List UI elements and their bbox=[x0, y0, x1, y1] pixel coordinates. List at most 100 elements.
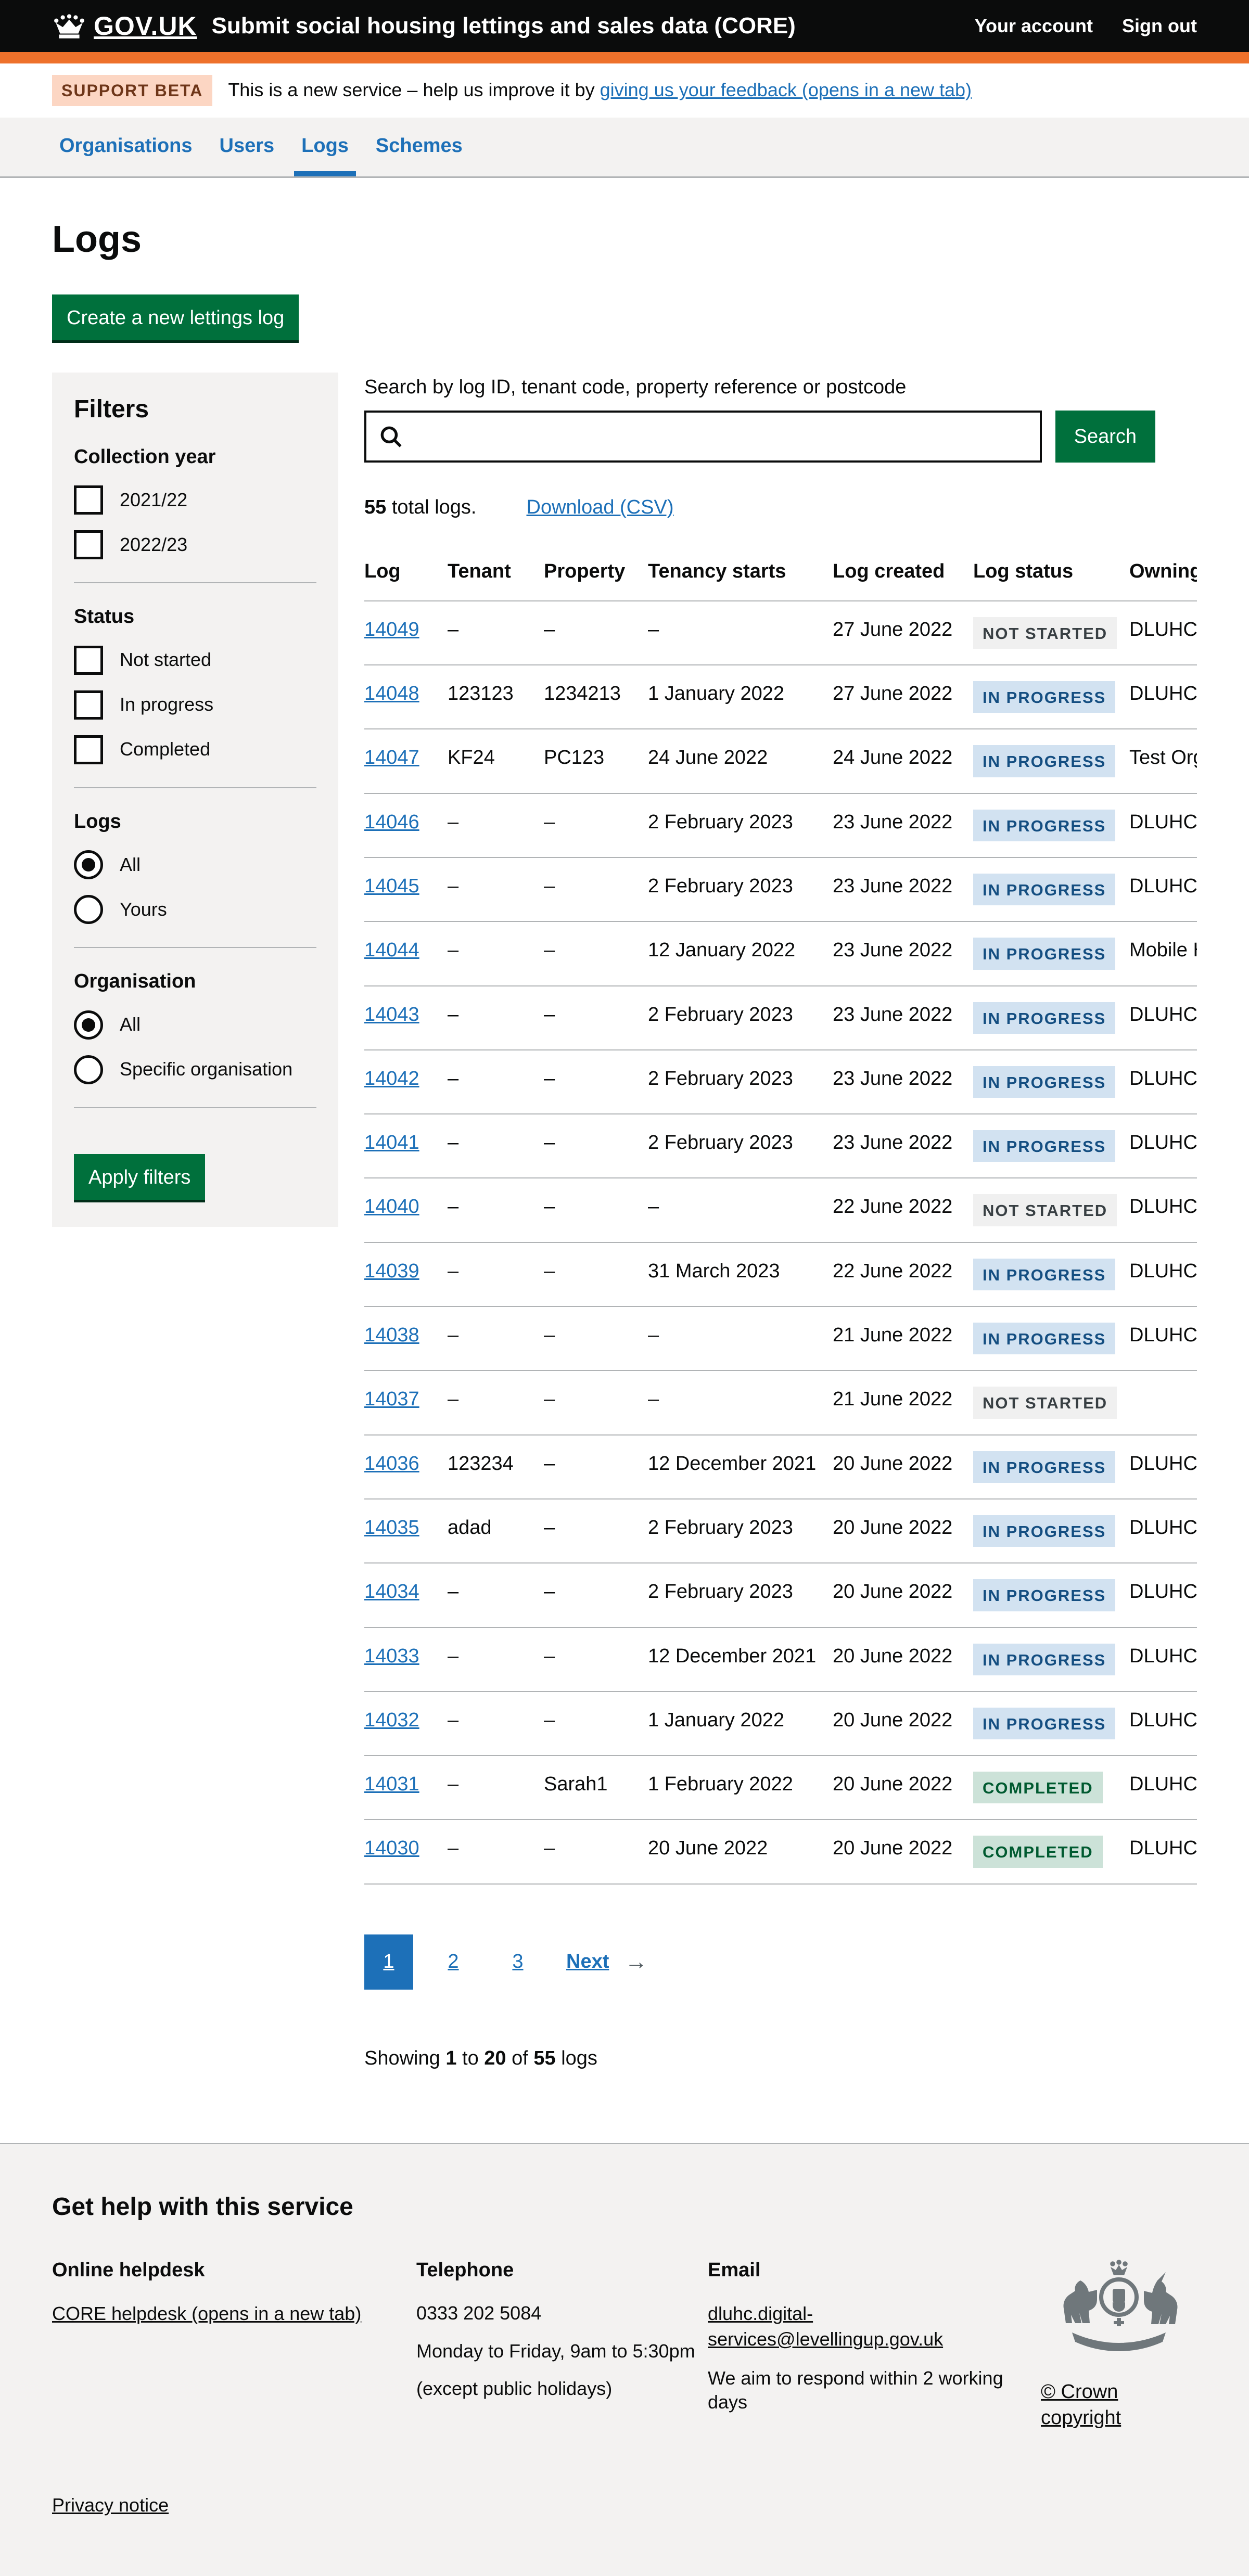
cell-log-created: 20 June 2022 bbox=[833, 1755, 973, 1819]
cell-log-created: 23 June 2022 bbox=[833, 986, 973, 1050]
filters-title: Filters bbox=[74, 393, 316, 426]
log-link[interactable]: 14042 bbox=[364, 1068, 419, 1090]
log-link[interactable]: 14037 bbox=[364, 1388, 419, 1410]
footer-link-email[interactable]: dluhc.digital-services@levellingup.gov.u… bbox=[708, 2303, 943, 2350]
cell-log-status: IN PROGRESS bbox=[973, 1563, 1129, 1627]
log-link[interactable]: 14041 bbox=[364, 1132, 419, 1154]
column-header-log-created: Log created bbox=[833, 543, 973, 600]
log-link[interactable]: 14048 bbox=[364, 683, 419, 704]
log-link[interactable]: 14044 bbox=[364, 939, 419, 961]
govuk-logotype: GOV.UK bbox=[94, 9, 197, 43]
log-link[interactable]: 14045 bbox=[364, 875, 419, 897]
radio-specific-organisation[interactable]: Specific organisation bbox=[74, 1055, 316, 1084]
beta-tag: SUPPORT BETA bbox=[52, 75, 212, 106]
privacy-notice-link[interactable]: Privacy notice bbox=[52, 2493, 169, 2518]
radio-control[interactable] bbox=[74, 1055, 103, 1084]
cell-tenant: – bbox=[448, 921, 544, 985]
nav-item-schemes[interactable]: Schemes bbox=[368, 118, 470, 176]
cell-tenancy-starts: 20 June 2022 bbox=[648, 1819, 833, 1883]
nav-item-organisations[interactable]: Organisations bbox=[52, 118, 200, 176]
column-header-log: Log bbox=[364, 543, 448, 600]
total-logs-text: 55 total logs. bbox=[364, 495, 477, 520]
cell-tenant: – bbox=[448, 1178, 544, 1242]
create-lettings-log-button[interactable]: Create a new lettings log bbox=[52, 294, 299, 340]
cell-log-created: 21 June 2022 bbox=[833, 1370, 973, 1434]
govuk-logo-link[interactable]: GOV.UK bbox=[52, 9, 197, 43]
showing-of: of bbox=[506, 2047, 534, 2069]
cell-log-status: NOT STARTED bbox=[973, 1370, 1129, 1434]
log-link[interactable]: 14033 bbox=[364, 1645, 419, 1667]
nav-item-users[interactable]: Users bbox=[212, 118, 282, 176]
search-input[interactable] bbox=[364, 411, 1042, 463]
footer-heading: Get help with this service bbox=[52, 2191, 1197, 2223]
page-1[interactable]: 1 bbox=[364, 1934, 413, 1990]
checkbox-2021-22[interactable]: 2021/22 bbox=[74, 485, 316, 515]
cell-log-status: IN PROGRESS bbox=[973, 1627, 1129, 1691]
showing-prefix: Showing bbox=[364, 2047, 445, 2069]
checkbox-control[interactable] bbox=[74, 530, 103, 559]
cell-log-status: IN PROGRESS bbox=[973, 921, 1129, 985]
log-link[interactable]: 14043 bbox=[364, 1004, 419, 1026]
radio-control[interactable] bbox=[74, 1010, 103, 1040]
cell-log-created: 20 June 2022 bbox=[833, 1435, 973, 1499]
cell-owning-organisation: DLUHC Te bbox=[1129, 1563, 1197, 1627]
cell-log-status: NOT STARTED bbox=[973, 601, 1129, 665]
header-link-sign-out[interactable]: Sign out bbox=[1122, 14, 1197, 39]
checkbox-control[interactable] bbox=[74, 646, 103, 675]
download-csv-link[interactable]: Download (CSV) bbox=[527, 495, 674, 520]
cell-log: 14048 bbox=[364, 665, 448, 729]
cell-log: 14035 bbox=[364, 1499, 448, 1563]
radio-all[interactable]: All bbox=[74, 1010, 316, 1040]
cell-log: 14042 bbox=[364, 1050, 448, 1114]
log-link[interactable]: 14036 bbox=[364, 1453, 419, 1475]
apply-filters-button[interactable]: Apply filters bbox=[74, 1154, 205, 1200]
radio-control[interactable] bbox=[74, 850, 103, 879]
checkbox-not-started[interactable]: Not started bbox=[74, 646, 316, 675]
cell-tenancy-starts: 12 January 2022 bbox=[648, 921, 833, 985]
status-badge: IN PROGRESS bbox=[973, 1451, 1115, 1483]
table-row: 14033––12 December 202120 June 2022IN PR… bbox=[364, 1627, 1197, 1691]
cell-tenant: – bbox=[448, 1242, 544, 1306]
crown-copyright-link[interactable]: © Crown copyright bbox=[1041, 2379, 1197, 2431]
checkbox-completed[interactable]: Completed bbox=[74, 735, 316, 764]
cell-property: – bbox=[544, 986, 648, 1050]
checkbox-in-progress[interactable]: In progress bbox=[74, 690, 316, 720]
log-link[interactable]: 14034 bbox=[364, 1581, 419, 1603]
search-button[interactable]: Search bbox=[1055, 411, 1155, 463]
log-link[interactable]: 14049 bbox=[364, 619, 419, 640]
log-link[interactable]: 14035 bbox=[364, 1517, 419, 1539]
status-badge: IN PROGRESS bbox=[973, 1515, 1115, 1547]
log-link[interactable]: 14039 bbox=[364, 1260, 419, 1282]
next-page-link[interactable]: Next bbox=[566, 1949, 609, 1975]
checkbox-control[interactable] bbox=[74, 690, 103, 720]
nav-item-logs[interactable]: Logs bbox=[294, 118, 356, 176]
radio-control[interactable] bbox=[74, 895, 103, 924]
cell-property: – bbox=[544, 1819, 648, 1883]
cell-log: 14039 bbox=[364, 1242, 448, 1306]
cell-owning-organisation: DLUHC bbox=[1129, 1178, 1197, 1242]
filter-group-label: Logs bbox=[74, 809, 316, 835]
checkbox-control[interactable] bbox=[74, 735, 103, 764]
header-link-your-account[interactable]: Your account bbox=[975, 14, 1093, 39]
checkbox-2022-23[interactable]: 2022/23 bbox=[74, 530, 316, 559]
feedback-link[interactable]: giving us your feedback (opens in a new … bbox=[600, 79, 972, 100]
service-name[interactable]: Submit social housing lettings and sales… bbox=[212, 11, 796, 41]
cell-tenancy-starts: 2 February 2023 bbox=[648, 1563, 833, 1627]
log-link[interactable]: 14047 bbox=[364, 747, 419, 768]
radio-yours[interactable]: Yours bbox=[74, 895, 316, 924]
cell-log: 14038 bbox=[364, 1306, 448, 1370]
log-link[interactable]: 14032 bbox=[364, 1709, 419, 1731]
log-link[interactable]: 14038 bbox=[364, 1324, 419, 1346]
showing-mid: to bbox=[456, 2047, 484, 2069]
page-2[interactable]: 2 bbox=[429, 1934, 478, 1990]
radio-all[interactable]: All bbox=[74, 850, 316, 879]
checkbox-control[interactable] bbox=[74, 485, 103, 515]
log-link[interactable]: 14046 bbox=[364, 811, 419, 833]
footer-link-online-helpdesk[interactable]: CORE helpdesk (opens in a new tab) bbox=[52, 2303, 361, 2324]
log-link[interactable]: 14031 bbox=[364, 1773, 419, 1795]
page-3[interactable]: 3 bbox=[493, 1934, 542, 1990]
log-link[interactable]: 14030 bbox=[364, 1837, 419, 1859]
filter-group-logs: Logs All Yours bbox=[74, 809, 316, 924]
log-link[interactable]: 14040 bbox=[364, 1196, 419, 1217]
showing-total: 55 bbox=[533, 2047, 555, 2069]
